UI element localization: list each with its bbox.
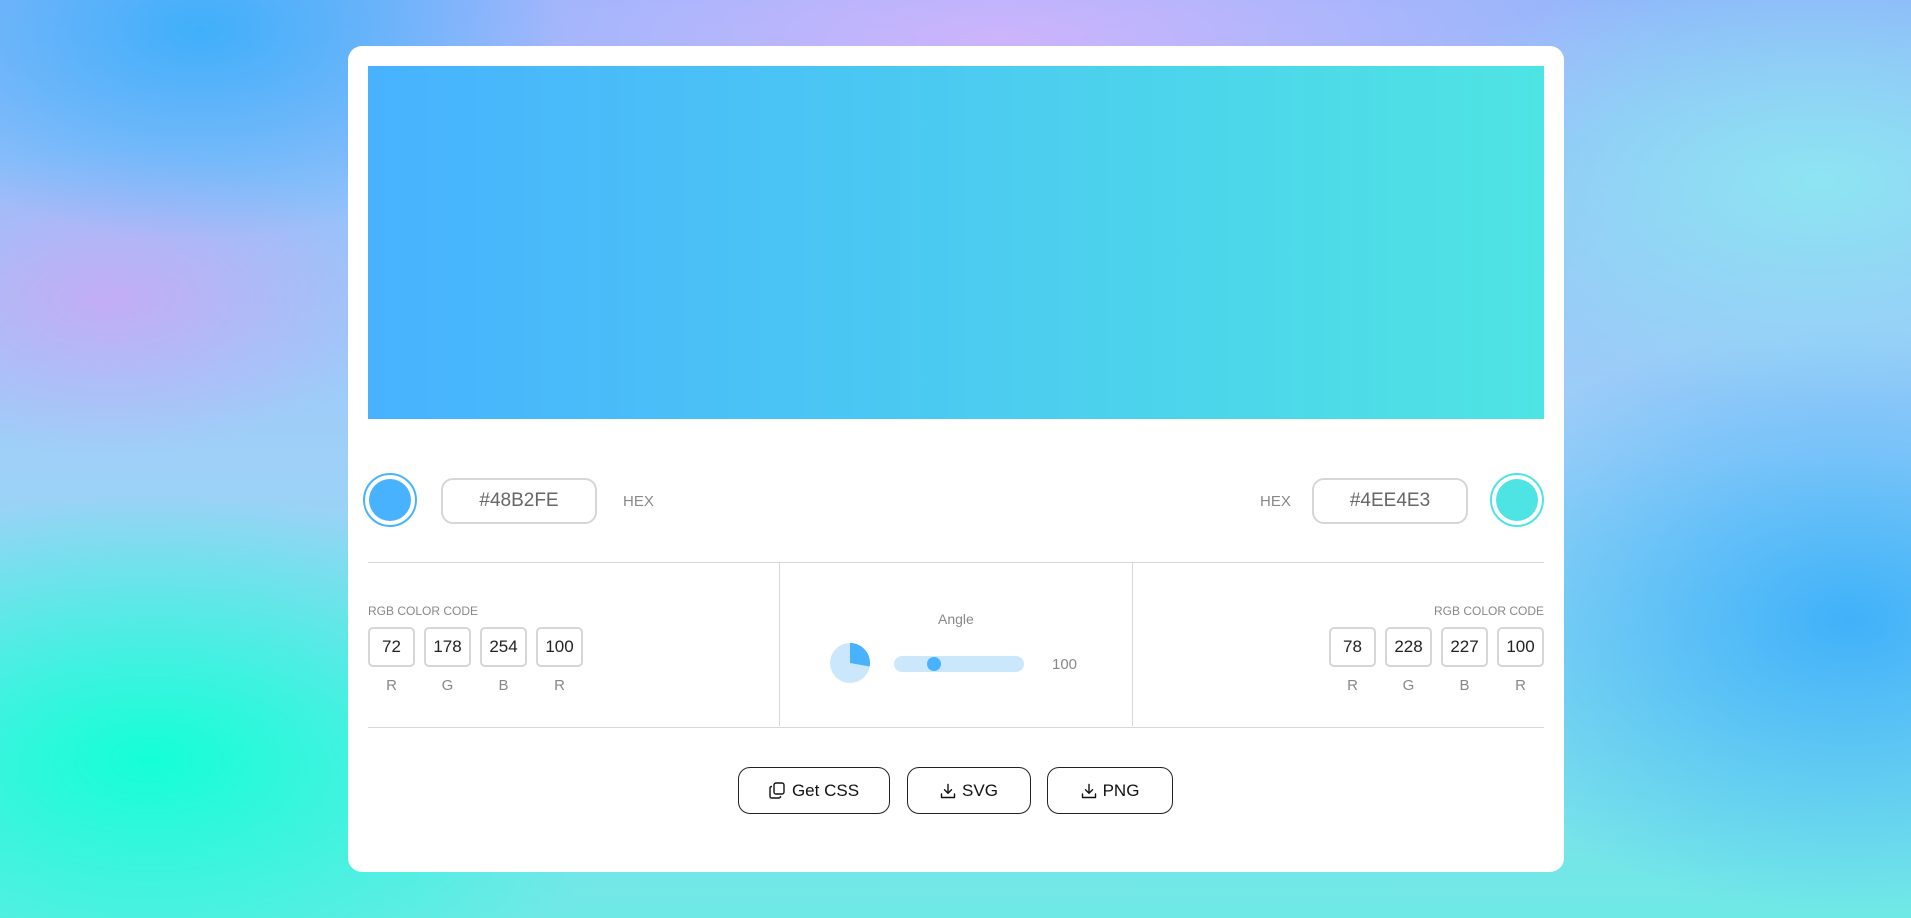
download-png-button[interactable]: PNG [1047,767,1173,814]
start-color-swatch[interactable] [363,473,417,527]
end-b-input[interactable] [1441,627,1488,667]
copy-icon [769,782,786,799]
get-css-label: Get CSS [791,780,860,800]
end-rgb-g: G [1385,627,1432,694]
end-rgb-opacity: R [1497,627,1544,694]
divider-left [779,563,780,726]
start-rgb-opacity: R [536,627,583,694]
start-opacity-input[interactable] [536,627,583,667]
divider-right [1132,563,1133,726]
divider-bottom [368,727,1544,728]
end-rgb-r: R [1329,627,1376,694]
end-b-label: B [1459,677,1470,694]
start-g-label: G [441,677,454,694]
end-opacity-input[interactable] [1497,627,1544,667]
get-css-button[interactable]: Get CSS [738,767,890,814]
end-rgb-b: B [1441,627,1488,694]
start-opacity-label: R [554,677,565,694]
start-rgb-g: G [424,627,471,694]
end-g-label: G [1402,677,1415,694]
end-hex-input[interactable] [1312,478,1468,524]
start-rgb-title: RGB COLOR CODE [368,604,479,618]
end-opacity-label: R [1515,677,1526,694]
start-rgb-r: R [368,627,415,694]
angle-dial[interactable] [830,643,870,683]
start-hex-label: HEX [623,493,654,510]
angle-title: Angle [938,611,974,627]
download-svg-button[interactable]: SVG [907,767,1031,814]
gradient-preview [368,66,1544,419]
start-hex-input[interactable] [441,478,597,524]
end-hex-label: HEX [1260,493,1291,510]
start-r-label: R [386,677,397,694]
download-icon [1081,783,1097,799]
angle-dial-wedge [850,643,870,667]
angle-slider[interactable] [894,656,1024,672]
start-rgb-b: B [480,627,527,694]
end-rgb-title: RGB COLOR CODE [1433,604,1544,618]
start-r-input[interactable] [368,627,415,667]
end-r-input[interactable] [1329,627,1376,667]
angle-slider-thumb[interactable] [927,657,942,671]
end-color-fill [1496,479,1538,521]
start-g-input[interactable] [424,627,471,667]
download-png-label: PNG [1102,780,1140,800]
end-rgb-group: R G B R [1329,627,1544,694]
angle-value: 100 [1052,656,1078,673]
start-b-input[interactable] [480,627,527,667]
start-color-fill [369,479,411,521]
gradient-card: HEX HEX RGB COLOR CODE R G B R Angle [348,46,1564,872]
start-rgb-group: R G B R [368,627,583,694]
end-color-swatch[interactable] [1490,473,1544,527]
download-icon [940,783,956,799]
download-svg-label: SVG [962,780,998,800]
end-g-input[interactable] [1385,627,1432,667]
end-r-label: R [1347,677,1358,694]
divider-top [368,562,1544,563]
start-b-label: B [498,677,509,694]
